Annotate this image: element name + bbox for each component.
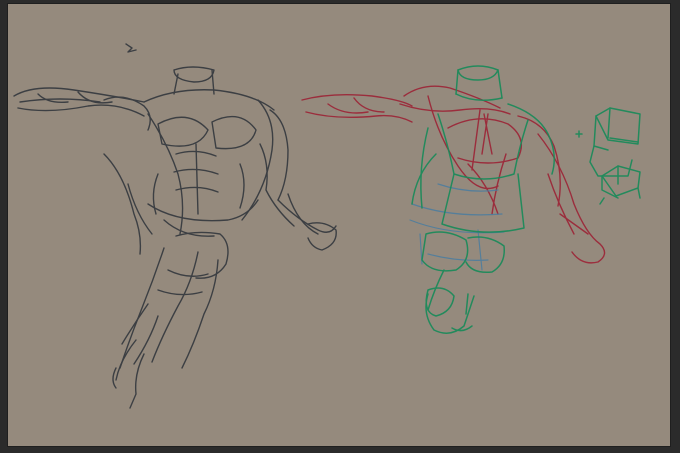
figure-sketch-green <box>411 65 641 334</box>
drawing-canvas[interactable] <box>8 4 670 446</box>
figure-sketch-dark <box>13 43 337 409</box>
sketch-layer <box>13 43 641 409</box>
figure-sketch-blue <box>409 183 505 271</box>
app-window <box>0 0 680 453</box>
